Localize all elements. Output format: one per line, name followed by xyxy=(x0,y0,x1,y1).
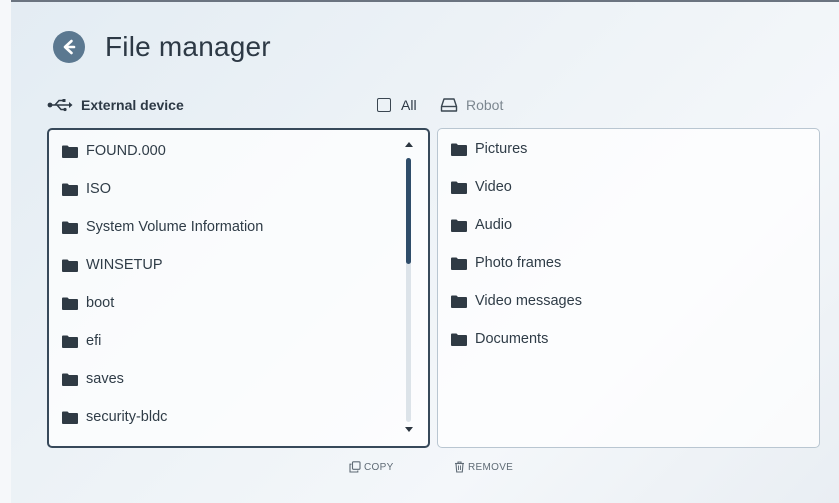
list-item[interactable]: security-bldc xyxy=(49,398,428,436)
copy-button[interactable]: COPY xyxy=(349,459,394,475)
folder-name: efi xyxy=(86,333,102,349)
left-scrollbar[interactable] xyxy=(404,136,414,440)
list-item[interactable]: Documents xyxy=(438,320,819,358)
folder-icon xyxy=(62,373,78,386)
select-all-label: All xyxy=(401,97,417,113)
list-item[interactable]: efi xyxy=(49,322,428,360)
left-folder-list: FOUND.000 ISO System Volume Information … xyxy=(49,130,428,436)
folder-name: WINSETUP xyxy=(86,257,163,273)
window-top-border xyxy=(0,0,839,2)
folder-icon xyxy=(62,335,78,348)
source-label-text: External device xyxy=(81,97,184,113)
window-left-edge xyxy=(0,0,11,503)
folder-name: boot xyxy=(86,295,115,311)
header: File manager xyxy=(53,30,271,64)
list-item[interactable]: ISO xyxy=(49,170,428,208)
folder-icon xyxy=(62,183,78,196)
folder-icon xyxy=(62,259,78,272)
list-item[interactable]: FOUND.000 xyxy=(49,132,428,170)
destination-label-text: Robot xyxy=(466,97,504,113)
list-item[interactable]: WINSETUP xyxy=(49,246,428,284)
folder-icon xyxy=(451,181,467,194)
folder-name: Photo frames xyxy=(475,255,562,271)
remove-button[interactable]: REMOVE xyxy=(454,459,513,475)
folder-name: Audio xyxy=(475,217,513,233)
scroll-up-arrow-icon[interactable] xyxy=(405,142,413,147)
folder-name: saves xyxy=(86,371,124,387)
robot-storage-icon xyxy=(440,98,458,112)
list-item[interactable]: boot xyxy=(49,284,428,322)
usb-icon xyxy=(47,99,73,112)
folder-name: security-bldc xyxy=(86,409,168,425)
list-item[interactable]: Video messages xyxy=(438,282,819,320)
folder-name: ISO xyxy=(86,181,111,197)
list-item[interactable]: saves xyxy=(49,360,428,398)
folder-icon xyxy=(62,411,78,424)
arrow-left-icon xyxy=(63,39,76,55)
folder-name: FOUND.000 xyxy=(86,143,166,159)
folder-icon xyxy=(451,295,467,308)
folder-name: Documents xyxy=(475,331,549,347)
page-title: File manager xyxy=(105,31,271,62)
trash-icon xyxy=(455,461,464,473)
folder-icon xyxy=(451,257,467,270)
folder-name: Video messages xyxy=(475,293,582,309)
scroll-down-arrow-icon[interactable] xyxy=(405,427,413,432)
destination-label: Robot xyxy=(440,94,503,116)
folder-icon xyxy=(451,219,467,232)
list-item[interactable]: Pictures xyxy=(438,130,819,168)
folder-icon xyxy=(62,297,78,310)
robot-file-list[interactable]: Pictures Video Audio Photo frames Video … xyxy=(437,128,820,448)
folder-name: Video xyxy=(475,179,512,195)
back-button[interactable] xyxy=(53,31,85,63)
select-all-toggle[interactable]: All xyxy=(377,94,417,116)
folder-name: Pictures xyxy=(475,141,528,157)
right-folder-list: Pictures Video Audio Photo frames Video … xyxy=(438,129,819,358)
remove-label: REMOVE xyxy=(468,461,514,473)
source-label: External device xyxy=(47,94,184,116)
scroll-thumb[interactable] xyxy=(406,158,411,264)
folder-icon xyxy=(62,145,78,158)
folder-icon xyxy=(62,221,78,234)
copy-label: COPY xyxy=(364,461,394,473)
list-item[interactable]: System Volume Information xyxy=(49,208,428,246)
copy-icon xyxy=(349,461,361,473)
external-device-file-list[interactable]: FOUND.000 ISO System Volume Information … xyxy=(47,128,430,448)
list-item[interactable]: Photo frames xyxy=(438,244,819,282)
folder-icon xyxy=(451,333,467,346)
list-item[interactable]: Audio xyxy=(438,206,819,244)
select-all-checkbox[interactable] xyxy=(377,98,391,112)
folder-icon xyxy=(451,143,467,156)
folder-name: System Volume Information xyxy=(86,219,264,235)
list-item[interactable]: Video xyxy=(438,168,819,206)
